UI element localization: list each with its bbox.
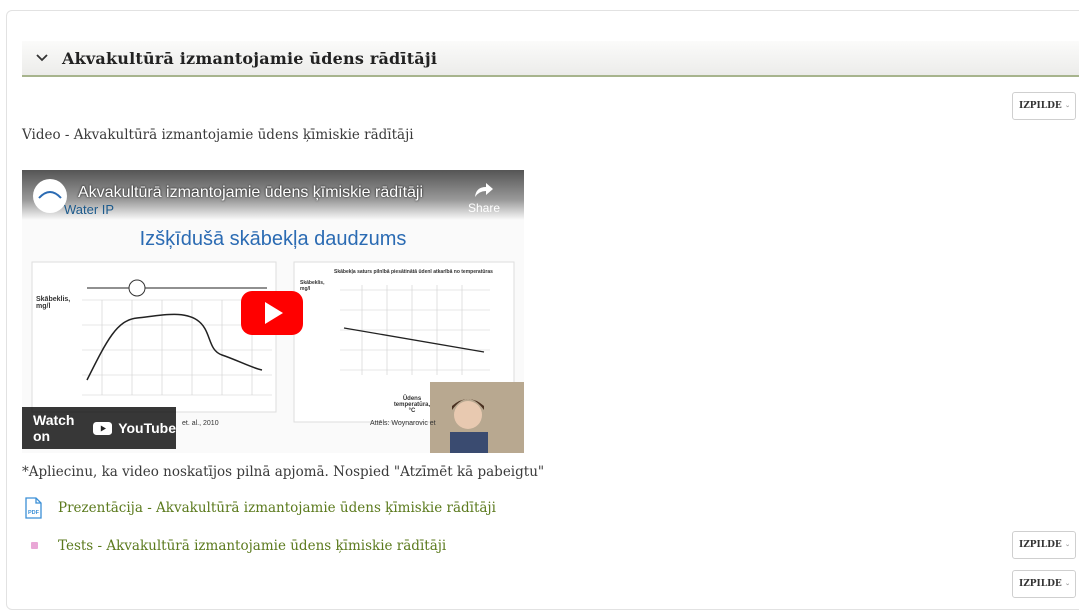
section-header[interactable]: Akvakultūrā izmantojamie ūdens rādītāji: [22, 41, 1079, 77]
youtube-logo-icon: [93, 421, 113, 435]
quiz-icon: [31, 542, 38, 549]
pdf-label: PDF: [28, 510, 40, 516]
left-credit: et. al., 2010: [182, 420, 219, 427]
right-chart-ylabel: Skābeklis, mg/l: [300, 280, 325, 292]
youtube-label: YouTube: [118, 420, 176, 436]
watch-on-youtube-button[interactable]: Watch on YouTube: [22, 407, 176, 449]
chevron-down-icon: [1065, 543, 1069, 546]
completion-label: IZPILDE: [1019, 579, 1062, 589]
completion-label: IZPILDE: [1019, 540, 1062, 550]
chevron-down-icon[interactable]: [22, 54, 62, 62]
section-title: Akvakultūrā izmantojamie ūdens rādītāji: [62, 48, 438, 68]
pdf-icon: PDF: [25, 497, 42, 519]
left-chart-ylabel: Skābeklis, mg/l: [36, 296, 71, 310]
logo-text: Water IP: [64, 202, 115, 217]
test-link[interactable]: Tests - Akvakultūrā izmantojamie ūdens ķ…: [58, 538, 446, 554]
completion-label: IZPILDE: [1019, 101, 1062, 111]
chevron-down-icon: [1065, 104, 1069, 107]
share-icon: [474, 183, 493, 197]
video-label: Video - Akvakultūrā izmantojamie ūdens ķ…: [22, 127, 414, 143]
youtube-video-embed[interactable]: Akvakultūrā izmantojamie ūdens ķīmiskie …: [22, 170, 524, 453]
watch-on-label: Watch on: [33, 412, 75, 444]
right-credit: Attēls: Woynarovic et: [370, 420, 436, 427]
right-chart-title: Skābekļa saturs pilnībā piesātinātā ūden…: [334, 269, 493, 275]
completion-dropdown-next[interactable]: IZPILDE: [1012, 570, 1076, 598]
share-button[interactable]: Share: [468, 182, 500, 215]
slide-title: Izšķīdušā skābekļa daudzums: [139, 228, 407, 250]
completion-dropdown-video[interactable]: IZPILDE: [1012, 92, 1076, 120]
completion-note: *Apliecinu, ka video noskatījos pilnā ap…: [22, 464, 545, 480]
presentation-link[interactable]: Prezentācija - Akvakultūrā izmantojamie …: [58, 500, 496, 516]
video-title[interactable]: Akvakultūrā izmantojamie ūdens ķīmiskie …: [78, 184, 423, 202]
channel-avatar-icon[interactable]: [32, 178, 68, 214]
share-label: Share: [467, 201, 500, 215]
chevron-down-icon: [1065, 582, 1069, 585]
completion-dropdown-test[interactable]: IZPILDE: [1012, 531, 1076, 559]
right-chart-xlabel: Ūdens temperatūra, °C: [393, 396, 431, 414]
